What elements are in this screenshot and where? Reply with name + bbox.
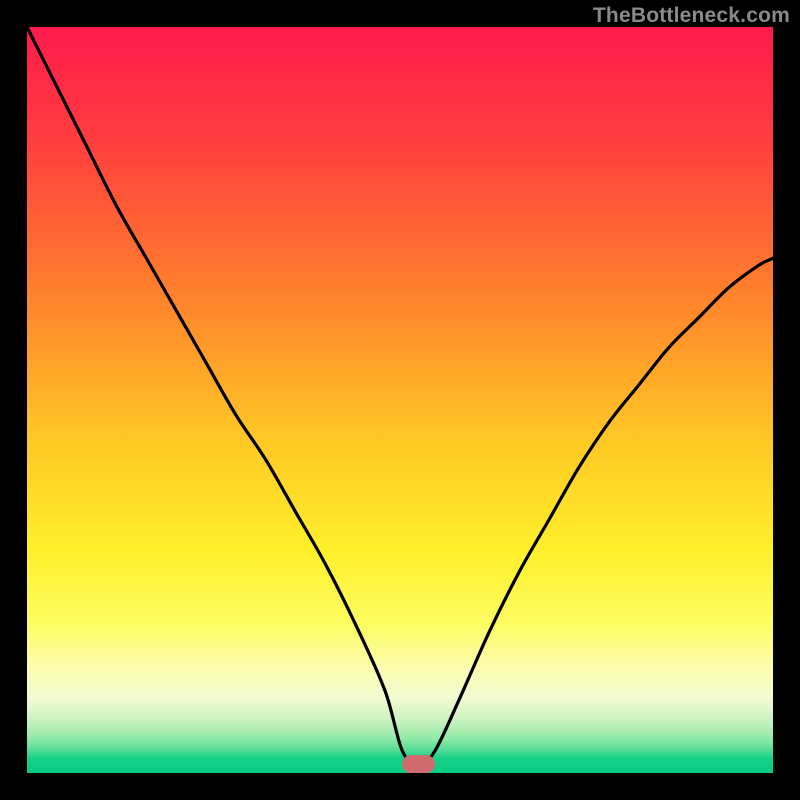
- optimal-marker: [402, 755, 435, 773]
- plot-area: [27, 27, 773, 773]
- bottleneck-curve: [27, 27, 773, 773]
- chart-frame: TheBottleneck.com: [0, 0, 800, 800]
- watermark-text: TheBottleneck.com: [593, 4, 790, 28]
